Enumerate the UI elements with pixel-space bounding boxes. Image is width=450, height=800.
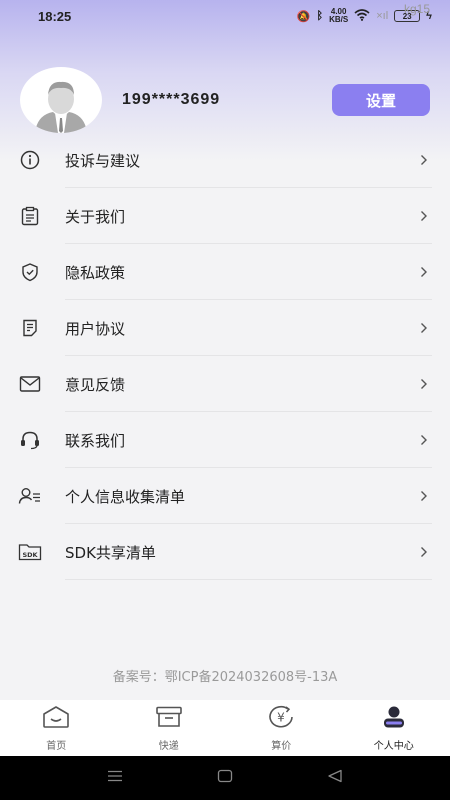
menu-item-label: 关于我们 (65, 207, 126, 226)
signal-icon: ×ıl (376, 10, 389, 22)
tab-label: 快递 (158, 740, 179, 752)
watermark: kg15 (403, 2, 430, 16)
tab-pricing[interactable]: ¥ 算价 (225, 700, 338, 756)
menu-item-contact[interactable]: 联系我们 (18, 412, 432, 468)
person-icon (379, 705, 409, 734)
sdk-folder-icon: SDK (18, 540, 42, 564)
network-speed-unit: KB/S (329, 15, 349, 24)
clipboard-icon (18, 204, 42, 228)
settings-button[interactable]: 设置 (332, 84, 430, 116)
menu-item-agreement[interactable]: 用户协议 (18, 300, 432, 356)
menu-item-personal-info[interactable]: 个人信息收集清单 (18, 468, 432, 524)
menu-item-label: 隐私政策 (65, 263, 126, 282)
svg-text:SDK: SDK (22, 551, 38, 559)
menu-item-label: 用户协议 (65, 319, 126, 338)
menu-list: 投诉与建议 关于我们 隐私政策 用户协议 意见反馈 联系我们 个人信息收集清单 … (18, 132, 432, 580)
box-icon (154, 705, 184, 734)
bottom-tab-bar: 首页 快递 ¥ 算价 个人中心 (0, 700, 450, 756)
chevron-right-icon (420, 434, 428, 446)
back-nav-icon[interactable] (327, 769, 343, 788)
yuan-icon: ¥ (266, 705, 296, 734)
status-time: 18:25 (38, 8, 72, 24)
shield-icon (18, 260, 42, 284)
home-nav-icon[interactable] (217, 769, 233, 788)
menu-nav-icon[interactable] (107, 769, 123, 787)
menu-item-complaints[interactable]: 投诉与建议 (18, 132, 432, 188)
tab-label: 首页 (46, 740, 67, 752)
menu-item-label: 意见反馈 (65, 375, 126, 394)
chevron-right-icon (420, 266, 428, 278)
tab-profile[interactable]: 个人中心 (338, 700, 450, 756)
mail-icon (18, 372, 42, 396)
icp-filing-text: 备案号：鄂ICP备2024032608号-13A (112, 670, 338, 685)
tab-label: 个人中心 (373, 740, 414, 752)
menu-item-feedback[interactable]: 意见反馈 (18, 356, 432, 412)
document-icon (18, 316, 42, 340)
menu-item-label: 投诉与建议 (65, 151, 141, 170)
network-speed: 4.00 KB/S (329, 8, 348, 24)
chevron-right-icon (420, 546, 428, 558)
home-icon (41, 705, 71, 734)
menu-item-privacy[interactable]: 隐私政策 (18, 244, 432, 300)
chevron-right-icon (420, 378, 428, 390)
info-icon (18, 148, 42, 172)
wifi-icon (354, 8, 370, 24)
tab-label: 算价 (271, 740, 292, 752)
menu-item-about[interactable]: 关于我们 (18, 188, 432, 244)
system-navigation-bar (0, 756, 450, 800)
bluetooth-icon: ᛒ (316, 10, 324, 22)
mute-icon: 🔕 (296, 10, 311, 23)
user-phone: 199****3699 (122, 91, 221, 108)
tab-express[interactable]: 快递 (113, 700, 226, 756)
chevron-right-icon (420, 210, 428, 222)
tab-home[interactable]: 首页 (0, 700, 113, 756)
menu-item-label: 个人信息收集清单 (65, 487, 186, 506)
profile-header: 199****3699 设置 (20, 66, 430, 134)
chevron-right-icon (420, 490, 428, 502)
headset-icon (18, 428, 42, 452)
svg-text:¥: ¥ (277, 710, 285, 724)
user-list-icon (18, 484, 42, 508)
menu-item-label: SDK共享清单 (65, 543, 156, 562)
chevron-right-icon (420, 322, 428, 334)
menu-item-sdk[interactable]: SDK SDK共享清单 (18, 524, 432, 580)
chevron-right-icon (420, 154, 428, 166)
avatar[interactable] (20, 67, 102, 133)
status-bar: 18:25 🔕 ᛒ 4.00 KB/S ×ıl 23 ϟ (0, 0, 450, 32)
menu-item-label: 联系我们 (65, 431, 126, 450)
